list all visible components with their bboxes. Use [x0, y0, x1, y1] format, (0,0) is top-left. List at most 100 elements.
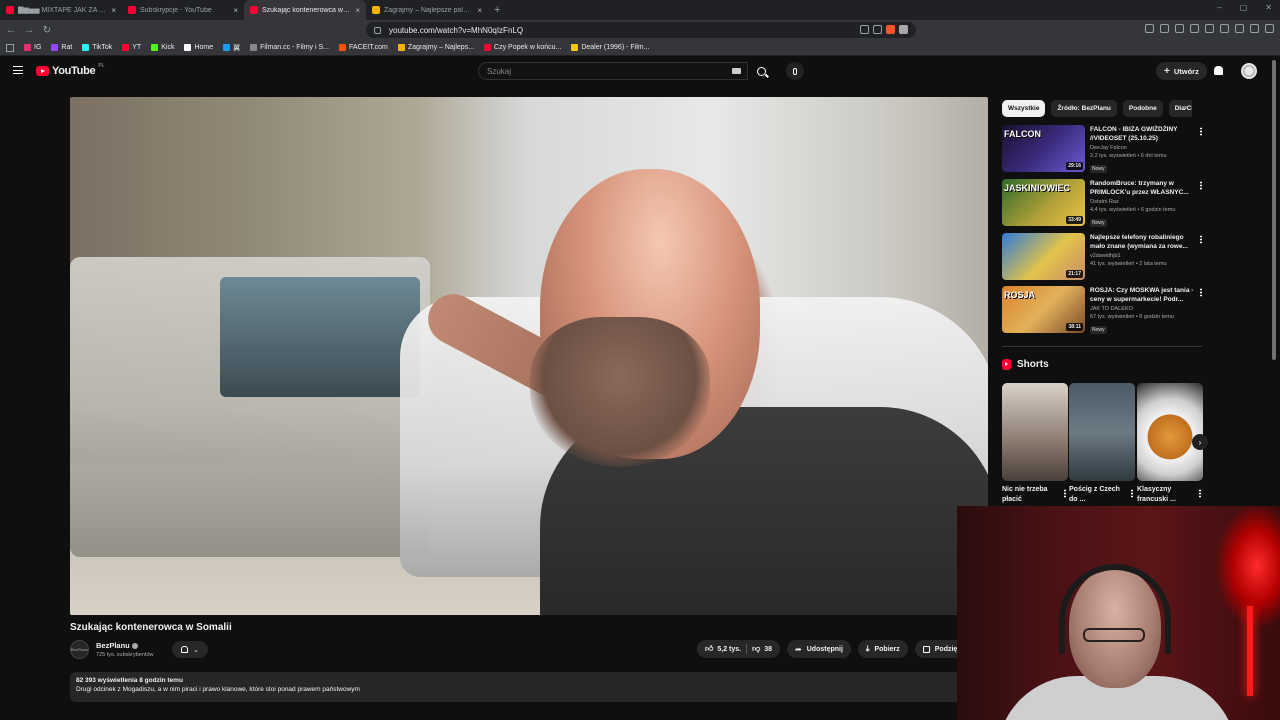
bookmark-item[interactable]: Zagrajmy – Najleps...	[397, 43, 474, 53]
channel-name[interactable]: Ostatni Raz	[1090, 199, 1196, 205]
url-text[interactable]: youtube.com/watch?v=MhN0qIzFnLQ	[389, 26, 523, 35]
media-icon[interactable]	[1205, 24, 1214, 33]
account-avatar[interactable]	[1241, 63, 1257, 79]
tab-close-icon[interactable]: ×	[233, 6, 238, 15]
video-title[interactable]: FALCON - IBIZA GWIŻDŻINY //VIDEOSET (25.…	[1090, 125, 1196, 143]
voice-search-button[interactable]	[786, 62, 804, 80]
bookmark-item[interactable]: Home	[184, 43, 213, 53]
short-item[interactable]: Nic nie trzeba płacić	[1002, 383, 1068, 505]
bookmark-item[interactable]: YT	[122, 43, 141, 53]
brave-rewards-icon[interactable]	[899, 25, 908, 34]
channel-name[interactable]: JAK TO DALEKO	[1090, 306, 1196, 312]
bookmark-item[interactable]: FACEIT.com	[338, 43, 388, 53]
page-scrollbar[interactable]	[1272, 60, 1276, 360]
video-thumbnail[interactable]: 21:17	[1002, 233, 1085, 280]
bookmark-item[interactable]: Czy Popek w końcu...	[484, 43, 561, 53]
filter-chip[interactable]: Dla Ciebie	[1168, 100, 1192, 117]
short-title[interactable]: Nic nie trzeba płacić	[1002, 485, 1056, 505]
extension-icon[interactable]	[1190, 24, 1199, 33]
filter-chip[interactable]: Wszystkie	[1002, 100, 1046, 117]
extension-icon[interactable]	[1145, 24, 1154, 33]
extension-icon[interactable]	[1160, 24, 1169, 33]
short-thumbnail[interactable]	[1137, 383, 1203, 481]
subscription-bell-button[interactable]: ⌄	[172, 641, 208, 658]
video-thumbnail[interactable]: ROSJA 38:11	[1002, 286, 1085, 333]
browser-tab[interactable]: Zagrajmy – Najlepsze polskie quizy ×	[366, 0, 488, 20]
notifications-bell-icon[interactable]	[1214, 66, 1223, 75]
video-title[interactable]: RandomBruce: trzymany w PRIMLOCK'u przez…	[1090, 179, 1196, 197]
short-item[interactable]: Pościg z Czech do ...	[1069, 383, 1135, 505]
tab-close-icon[interactable]: ×	[355, 6, 360, 15]
shorts-next-button[interactable]: ›	[1192, 434, 1208, 450]
chips-next-icon[interactable]: ›	[1184, 102, 1187, 112]
hamburger-menu-icon[interactable]	[13, 66, 23, 74]
menu-dots-icon[interactable]	[1265, 24, 1274, 33]
channel-name[interactable]: BezPlanu	[96, 641, 138, 650]
video-thumbnail[interactable]: FALCON 29:16	[1002, 125, 1085, 172]
brave-shield-icon[interactable]	[886, 25, 895, 34]
short-thumbnail[interactable]	[1069, 383, 1135, 481]
search-button[interactable]	[748, 62, 774, 80]
wallet-icon[interactable]	[1235, 24, 1244, 33]
bookmark-item[interactable]: TikTok	[82, 43, 112, 53]
channel-avatar[interactable]: BezPlanu	[70, 640, 89, 659]
video-thumbnail[interactable]: JASKINIOWIEC 33:49	[1002, 179, 1085, 226]
more-options-icon[interactable]	[1200, 181, 1202, 190]
filter-chip[interactable]: Źródło: BezPlanu	[1051, 100, 1117, 117]
keyboard-icon[interactable]	[732, 68, 741, 74]
channel-name[interactable]: v2dawidhjb1	[1090, 253, 1196, 259]
description-box[interactable]: 82 393 wyświetlenia 8 godzin temu Drugi …	[70, 672, 970, 702]
browser-tab[interactable]: ▇▆▅▅ MIXTAPE JAK ZA D... ×	[0, 0, 122, 20]
back-icon[interactable]: ←	[4, 25, 18, 36]
create-button[interactable]: + Utwórz	[1156, 62, 1207, 80]
close-window-icon[interactable]: ✕	[1265, 3, 1272, 12]
channel-name[interactable]: DeeJay Falcon	[1090, 145, 1196, 151]
video-player[interactable]	[70, 97, 988, 615]
bookmark-item[interactable]: IG	[24, 43, 41, 53]
maximize-icon[interactable]: ▢	[1240, 3, 1248, 12]
bookmark-item[interactable]: Dealer (1996) - Film...	[571, 43, 649, 53]
more-options-icon[interactable]	[1064, 489, 1066, 498]
share-button[interactable]: ➦ Udostępnij	[787, 640, 851, 658]
short-thumbnail[interactable]	[1002, 383, 1068, 481]
bookmark-item[interactable]: Rat	[51, 43, 72, 53]
browser-tab[interactable]: Subskrypcje - YouTube ×	[122, 0, 244, 20]
more-options-icon[interactable]	[1200, 127, 1202, 136]
extension-icon[interactable]	[1175, 24, 1184, 33]
short-title[interactable]: Klasyczny francuski ...	[1137, 485, 1191, 505]
recommended-video[interactable]: JASKINIOWIEC 33:49 RandomBruce: trzymany…	[1002, 179, 1202, 229]
tab-close-icon[interactable]: ×	[477, 6, 482, 15]
bookmark-item[interactable]: 翼	[223, 43, 240, 53]
bookmark-item[interactable]: Filman.cc - Filmy i S...	[250, 43, 329, 53]
filter-chip[interactable]: Podobne	[1122, 100, 1163, 117]
minimize-icon[interactable]: –	[1217, 3, 1221, 12]
sidebar-icon[interactable]	[1220, 24, 1229, 33]
bookmark-star-icon[interactable]	[873, 25, 882, 34]
forward-icon[interactable]: →	[22, 25, 36, 36]
address-bar[interactable]: youtube.com/watch?v=MhN0qIzFnLQ	[366, 22, 916, 38]
site-info-icon[interactable]	[374, 26, 381, 34]
bookmark-item[interactable]: Kick	[151, 43, 174, 53]
recommended-video[interactable]: FALCON 29:16 FALCON - IBIZA GWIŻDŻINY //…	[1002, 125, 1202, 175]
tab-close-icon[interactable]: ×	[111, 6, 116, 15]
browser-tab[interactable]: Szukając kontenerowca w So... ×	[244, 0, 366, 20]
vpn-icon[interactable]	[1250, 24, 1259, 33]
video-title[interactable]: ROSJA: Czy MOSKWA jest tania - ceny w su…	[1090, 286, 1196, 304]
reload-icon[interactable]: ↻	[40, 25, 54, 36]
more-options-icon[interactable]	[1199, 489, 1201, 498]
recommended-video[interactable]: 21:17 Najlepsze telefony robaliniego mał…	[1002, 233, 1202, 283]
more-options-icon[interactable]	[1200, 288, 1202, 297]
download-button[interactable]: ⤓ Pobierz	[857, 640, 908, 658]
youtube-logo[interactable]: YouTube PL	[36, 63, 104, 77]
dislike-button[interactable]: 👎︎ 38	[752, 644, 772, 654]
video-title[interactable]: Najlepsze telefony robaliniego mało znan…	[1090, 233, 1196, 251]
new-tab-button[interactable]: +	[494, 4, 500, 16]
apps-grid-icon[interactable]	[6, 43, 14, 52]
more-options-icon[interactable]	[1131, 489, 1133, 498]
recommended-video[interactable]: ROSJA 38:11 ROSJA: Czy MOSKWA jest tania…	[1002, 286, 1202, 336]
more-options-icon[interactable]	[1200, 235, 1202, 244]
like-button[interactable]: 👍︎ 5,2 tys.	[705, 644, 741, 654]
short-title[interactable]: Pościg z Czech do ...	[1069, 485, 1123, 505]
search-input[interactable]: Szukaj	[478, 62, 748, 80]
install-icon[interactable]	[860, 25, 869, 34]
